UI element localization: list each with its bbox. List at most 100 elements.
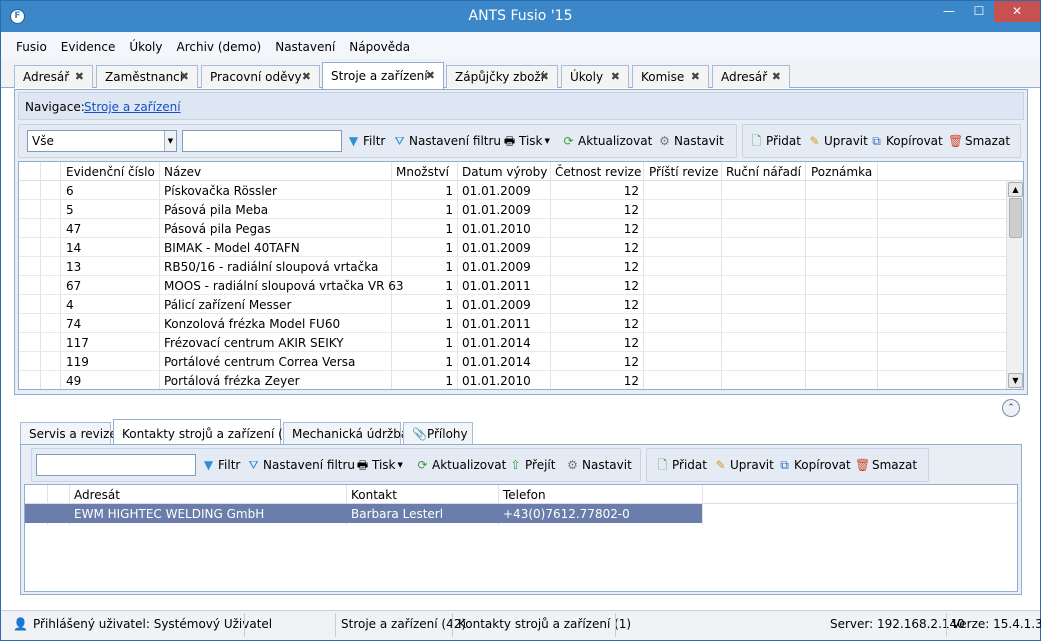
menu-archive[interactable]: Archiv (demo): [169, 32, 268, 59]
close-tab-icon[interactable]: ✖: [691, 70, 700, 83]
table-cell: 117: [66, 336, 89, 350]
col-header-contact[interactable]: Kontakt: [351, 488, 397, 502]
col-header-manufacture-date[interactable]: Datum výroby: [462, 165, 547, 179]
dropdown-arrow-icon[interactable]: ▼: [164, 131, 176, 151]
table-row[interactable]: 14 BIMAK - Model 40TAFN 1 01.01.2009 12: [19, 238, 1007, 257]
col-header-phone[interactable]: Telefon: [503, 488, 546, 502]
col-header-next-revision[interactable]: Příští revize: [649, 165, 719, 179]
table-row[interactable]: 119 Portálové centrum Correa Versa 1 01.01.…: [19, 352, 1007, 371]
table-row[interactable]: 13 RB50/16 - radiální sloupová vrtačka 1 01…: [19, 257, 1007, 276]
chevron-down-icon: ▼: [544, 137, 550, 145]
table-cell: 1: [445, 355, 453, 369]
add-button[interactable]: 🗋 Přidat: [749, 134, 801, 148]
settings-button[interactable]: ⚙ Nastavit: [657, 134, 724, 148]
sub-refresh-button[interactable]: ⟳ Aktualizovat: [415, 458, 506, 472]
table-row[interactable]: 74 Konzolová frézka Model FU60 1 01.01.2011…: [19, 314, 1007, 333]
tab-servis-a-revize[interactable]: Servis a revize: [20, 422, 117, 444]
goto-button[interactable]: ⇧ Přejít: [508, 458, 555, 472]
col-header-revision-frequency[interactable]: Četnost revize: [555, 165, 641, 179]
close-button[interactable]: ✕: [994, 1, 1040, 22]
table-row[interactable]: 49 Portálová frézka Zeyer 1 01.01.2010 12: [19, 371, 1007, 389]
table-row[interactable]: EWM HIGHTEC WELDING GmbH Barbara Lesterl +…: [25, 504, 702, 523]
copy-button[interactable]: ⧉ Kopírovat: [869, 134, 943, 148]
tab-label: Komise: [641, 70, 685, 84]
minimize-button[interactable]: —: [934, 1, 964, 22]
search-input[interactable]: [182, 130, 342, 152]
table-header: Evidenční číslo Název Množství Datum výr…: [19, 162, 1023, 181]
table-row[interactable]: 6 Pískovačka Rössler 1 01.01.2009 12: [19, 181, 1007, 200]
menu-evidence[interactable]: Evidence: [54, 32, 123, 59]
menu-bar: Fusio Evidence Úkoly Archiv (demo) Nasta…: [1, 32, 1040, 59]
print-button[interactable]: 🖶 Tisk ▼: [502, 134, 550, 148]
scroll-down-icon[interactable]: ▼: [1008, 373, 1023, 388]
table-cell: Portálová frézka Zeyer: [164, 374, 300, 388]
table-row[interactable]: 117 Frézovací centrum AKIR SEIKY 1 01.01.20…: [19, 333, 1007, 352]
col-header-hand-tools[interactable]: Ruční nářadí: [726, 165, 801, 179]
collapse-panel-icon[interactable]: ⌃: [1002, 399, 1020, 417]
delete-label: Smazat: [965, 134, 1011, 148]
funnel-icon: ▼: [203, 458, 214, 472]
refresh-button[interactable]: ⟳ Aktualizovat: [561, 134, 652, 148]
col-header-name[interactable]: Název: [164, 165, 201, 179]
table-row[interactable]: 67 MOOS - radiální sloupová vrtačka VR 63…: [19, 276, 1007, 295]
sub-toolbar-left: ▼ Filtr ⛛ Nastavení filtru 🖶 Tisk ▼ ⟳ Aktuali…: [31, 448, 641, 482]
vertical-scrollbar[interactable]: ▲ ▼: [1006, 181, 1023, 389]
tab-zamestnanci[interactable]: Zaměstnanci ✖: [96, 65, 198, 88]
menu-help[interactable]: Nápověda: [342, 32, 417, 59]
sub-print-button[interactable]: 🖶 Tisk ▼: [355, 458, 403, 472]
table-cell: Konzolová frézka Model FU60: [164, 317, 341, 331]
sub-filter-button[interactable]: ▼ Filtr: [201, 458, 240, 472]
refresh-label: Aktualizovat: [432, 458, 507, 472]
sub-add-button[interactable]: 🗋 Přidat: [655, 458, 707, 472]
delete-button[interactable]: 🗑 Smazat: [948, 134, 1010, 148]
tab-komise[interactable]: Komise ✖: [632, 65, 709, 88]
table-row[interactable]: 4 Pálicí zařízení Messer 1 01.01.2009 12: [19, 295, 1007, 314]
filter-select[interactable]: Vše ▼: [27, 130, 177, 152]
close-tab-icon[interactable]: ✖: [426, 69, 435, 82]
tab-kontakty-stroju[interactable]: Kontakty strojů a zařízení (1): [113, 419, 295, 445]
col-header-addressee[interactable]: Adresát: [74, 488, 120, 502]
gear-icon: ⚙: [567, 458, 578, 472]
col-header-quantity[interactable]: Množství: [396, 165, 449, 179]
menu-tasks[interactable]: Úkoly: [122, 32, 169, 59]
table-cell: 1: [445, 222, 453, 236]
close-tab-icon[interactable]: ✖: [540, 70, 549, 83]
tab-prilohy[interactable]: 📎Přílohy: [403, 422, 473, 444]
scroll-thumb[interactable]: [1009, 198, 1022, 238]
table-row[interactable]: 47 Pásová pila Pegas 1 01.01.2010 12: [19, 219, 1007, 238]
filter-button[interactable]: ▼ Filtr: [346, 134, 385, 148]
tab-stroje-a-zarizeni[interactable]: Stroje a zařízení ✖: [322, 62, 444, 89]
table-row[interactable]: 5 Pásová pila Meba 1 01.01.2009 12: [19, 200, 1007, 219]
col-header-evidence-number[interactable]: Evidenční číslo: [66, 165, 155, 179]
sub-delete-button[interactable]: 🗑 Smazat: [855, 458, 917, 472]
sub-search-input[interactable]: [36, 454, 196, 476]
sub-settings-button[interactable]: ⚙ Nastavit: [565, 458, 632, 472]
tab-adresar[interactable]: Adresář ✖: [14, 65, 93, 88]
table-cell: 1: [445, 184, 453, 198]
close-tab-icon[interactable]: ✖: [772, 70, 781, 83]
filter-settings-button[interactable]: ⛛ Nastavení filtru: [392, 134, 501, 148]
scroll-up-icon[interactable]: ▲: [1008, 182, 1023, 197]
menu-settings[interactable]: Nastavení: [268, 32, 342, 59]
tab-adresar-2[interactable]: Adresář ✖: [712, 65, 790, 88]
sub-copy-button[interactable]: ⧉ Kopírovat: [777, 458, 851, 472]
close-tab-icon[interactable]: ✖: [180, 70, 189, 83]
main-toolbar-left: Vše ▼ ▼ Filtr ⛛ Nastavení filtru 🖶 Tisk ▼ ⟳ A…: [18, 124, 737, 158]
col-header-note[interactable]: Poznámka: [811, 165, 872, 179]
tab-pracovni-odevy[interactable]: Pracovní oděvy ✖: [201, 65, 320, 88]
close-tab-icon[interactable]: ✖: [75, 70, 84, 83]
maximize-button[interactable]: ☐: [964, 1, 994, 22]
tab-mechanicka-udrzba[interactable]: Mechanická údržba: [283, 422, 408, 444]
delete-icon: 🗑: [948, 134, 964, 148]
breadcrumb-link[interactable]: Stroje a zařízení: [84, 100, 181, 114]
close-tab-icon[interactable]: ✖: [611, 70, 620, 83]
sub-filter-settings-button[interactable]: ⛛ Nastavení filtru: [246, 458, 355, 472]
menu-fusio[interactable]: Fusio: [9, 32, 54, 59]
edit-button[interactable]: ✎ Upravit: [807, 134, 867, 148]
close-tab-icon[interactable]: ✖: [302, 70, 311, 83]
table-cell: Frézovací centrum AKIR SEIKY: [164, 336, 344, 350]
sub-edit-button[interactable]: ✎ Upravit: [713, 458, 773, 472]
tab-zapujcky-zbozi[interactable]: Zápůjčky zboží ✖: [446, 65, 558, 88]
tab-ukoly[interactable]: Úkoly ✖: [561, 65, 629, 88]
detail-panel: ▼ Filtr ⛛ Nastavení filtru 🖶 Tisk ▼ ⟳ Aktuali…: [20, 444, 1022, 595]
